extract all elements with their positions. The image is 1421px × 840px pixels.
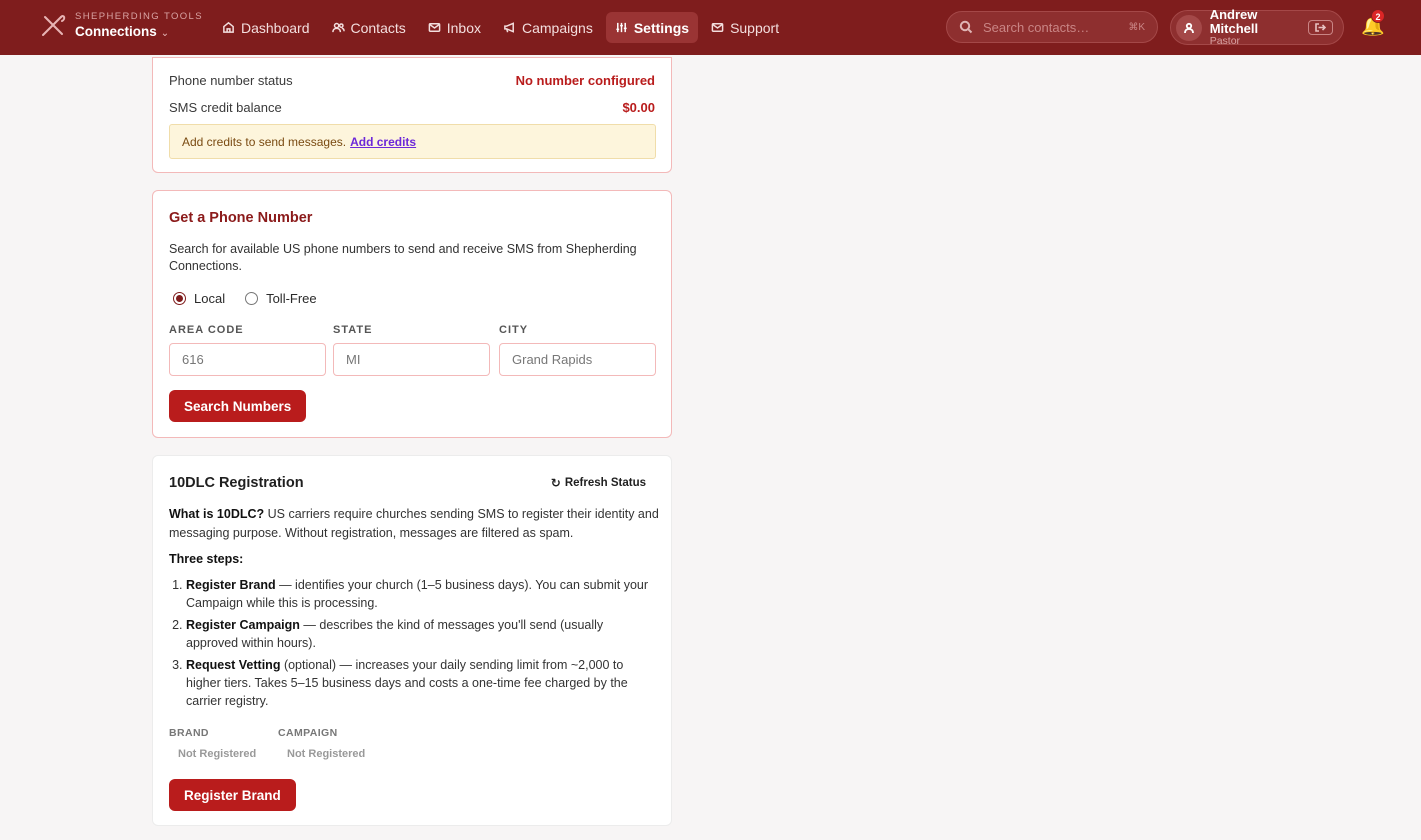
user-name: Andrew Mitchell: [1209, 7, 1259, 36]
search-shortcut: ⌘K: [1128, 21, 1145, 33]
what-is-paragraph: What is 10DLC? US carriers require churc…: [169, 505, 659, 543]
radio-tollfree-label: Toll-Free: [266, 291, 317, 306]
users-icon: [331, 22, 345, 33]
radio-tollfree-button[interactable]: [245, 292, 259, 305]
brand-status-value: Not Registered: [178, 748, 257, 760]
refresh-status-button[interactable]: ↻ Refresh Status: [551, 476, 646, 490]
user-menu[interactable]: Andrew Mitchell Pastor: [1170, 7, 1344, 47]
city-label: CITY: [499, 324, 529, 336]
list-item: Request Vetting (optional) — increases y…: [186, 656, 656, 710]
step-title: Register Campaign: [186, 618, 300, 632]
add-credits-link[interactable]: Add credits: [350, 135, 416, 149]
state-input[interactable]: [333, 343, 490, 376]
phone-status-label: Phone number status: [169, 73, 293, 88]
radio-local[interactable]: Local: [173, 291, 225, 306]
nav-support-label: Support: [730, 19, 780, 36]
phone-status-value: No number configured: [515, 73, 655, 88]
brand-switcher[interactable]: SHEPHERDING TOOLS Connections ⌄: [40, 12, 203, 39]
nav-inbox-label: Inbox: [446, 19, 481, 36]
phone-number-title: Get a Phone Number: [169, 210, 313, 226]
main-nav: Dashboard Contacts Inbox Campaigns Setti…: [213, 12, 788, 43]
steps-list: Register Brand — identifies your church …: [186, 576, 656, 714]
phone-number-description: Search for available US phone numbers to…: [169, 242, 637, 273]
nav-campaigns-label: Campaigns: [522, 19, 593, 36]
refresh-status-label: Refresh Status: [564, 477, 646, 489]
nav-dashboard[interactable]: Dashboard: [213, 12, 319, 43]
search-input[interactable]: [983, 19, 1113, 35]
list-item: Register Campaign — describes the kind o…: [186, 616, 656, 652]
radio-local-label: Local: [194, 291, 226, 306]
nav-campaigns[interactable]: Campaigns: [494, 12, 602, 43]
three-steps-label: Three steps:: [169, 552, 244, 566]
megaphone-icon: [504, 22, 514, 33]
shepherd-crook-logo-icon: [42, 15, 66, 37]
nav-contacts-label: Contacts: [350, 19, 406, 36]
logout-icon: [1315, 23, 1327, 32]
state-label: STATE: [333, 324, 373, 336]
search-bar[interactable]: ⌘K: [946, 11, 1158, 43]
register-brand-button[interactable]: Register Brand: [169, 779, 296, 811]
mail-icon: [428, 23, 441, 32]
phone-status-row: Phone number status No number configured: [169, 73, 655, 88]
what-is-label: What is 10DLC?: [169, 507, 265, 521]
campaign-status: CAMPAIGN Not Registered: [278, 727, 365, 760]
refresh-icon: ↻: [550, 476, 561, 490]
sliders-icon: [616, 22, 627, 33]
home-icon: [223, 21, 234, 33]
notification-badge: 2: [1371, 9, 1385, 23]
campaign-status-value: Not Registered: [287, 748, 366, 760]
user-icon: [1183, 22, 1194, 33]
number-type-radios: Local Toll-Free: [173, 291, 337, 306]
city-input[interactable]: [499, 343, 656, 376]
step-title: Register Brand: [186, 578, 276, 592]
area-code-label: AREA CODE: [169, 324, 244, 336]
three-steps-heading: Three steps:: [169, 550, 659, 569]
notifications-button[interactable]: 🔔 2: [1361, 9, 1385, 38]
logout-button[interactable]: [1308, 20, 1333, 35]
credit-balance-value: $0.00: [622, 100, 655, 115]
nav-settings[interactable]: Settings: [605, 12, 699, 43]
credit-balance-row: SMS credit balance $0.00: [169, 100, 655, 115]
chevron-down-icon: ⌄: [160, 27, 170, 39]
top-navbar: SHEPHERDING TOOLS Connections ⌄ Dashboard…: [0, 0, 1421, 55]
brand-subtitle: SHEPHERDING TOOLS: [75, 11, 203, 22]
radio-tollfree[interactable]: Toll-Free: [245, 291, 317, 306]
user-role: Pastor: [1209, 34, 1241, 47]
credits-notice: Add credits to send messages. Add credit…: [169, 124, 656, 159]
search-icon: [959, 20, 973, 34]
registration-title: 10DLC Registration: [169, 475, 304, 491]
avatar: [1176, 14, 1202, 41]
brand-title: Connections ⌄: [75, 23, 170, 39]
radio-local-button[interactable]: [173, 292, 186, 305]
nav-settings-label: Settings: [633, 19, 690, 36]
registration-card: 10DLC Registration ↻ Refresh Status What…: [152, 455, 672, 826]
state-field: STATE: [333, 324, 490, 376]
credits-notice-text: Add credits to send messages.: [182, 134, 347, 149]
nav-dashboard-label: Dashboard: [241, 19, 310, 36]
envelope-icon: [711, 23, 724, 32]
nav-inbox[interactable]: Inbox: [419, 12, 490, 43]
sms-status-card: Phone number status No number configured…: [152, 57, 672, 173]
brand-status: BRAND Not Registered: [169, 727, 256, 760]
step-title: Request Vetting: [186, 658, 281, 672]
city-field: CITY: [499, 324, 656, 376]
brand-status-label: BRAND: [169, 727, 209, 739]
nav-support[interactable]: Support: [702, 12, 788, 43]
credit-balance-label: SMS credit balance: [169, 100, 282, 115]
phone-number-card: Get a Phone Number Search for available …: [152, 190, 672, 438]
campaign-status-label: CAMPAIGN: [278, 727, 338, 739]
area-code-input[interactable]: [169, 343, 326, 376]
search-numbers-button[interactable]: Search Numbers: [169, 390, 307, 422]
area-code-field: AREA CODE: [169, 324, 326, 376]
nav-contacts[interactable]: Contacts: [323, 12, 415, 43]
list-item: Register Brand — identifies your church …: [186, 576, 656, 612]
